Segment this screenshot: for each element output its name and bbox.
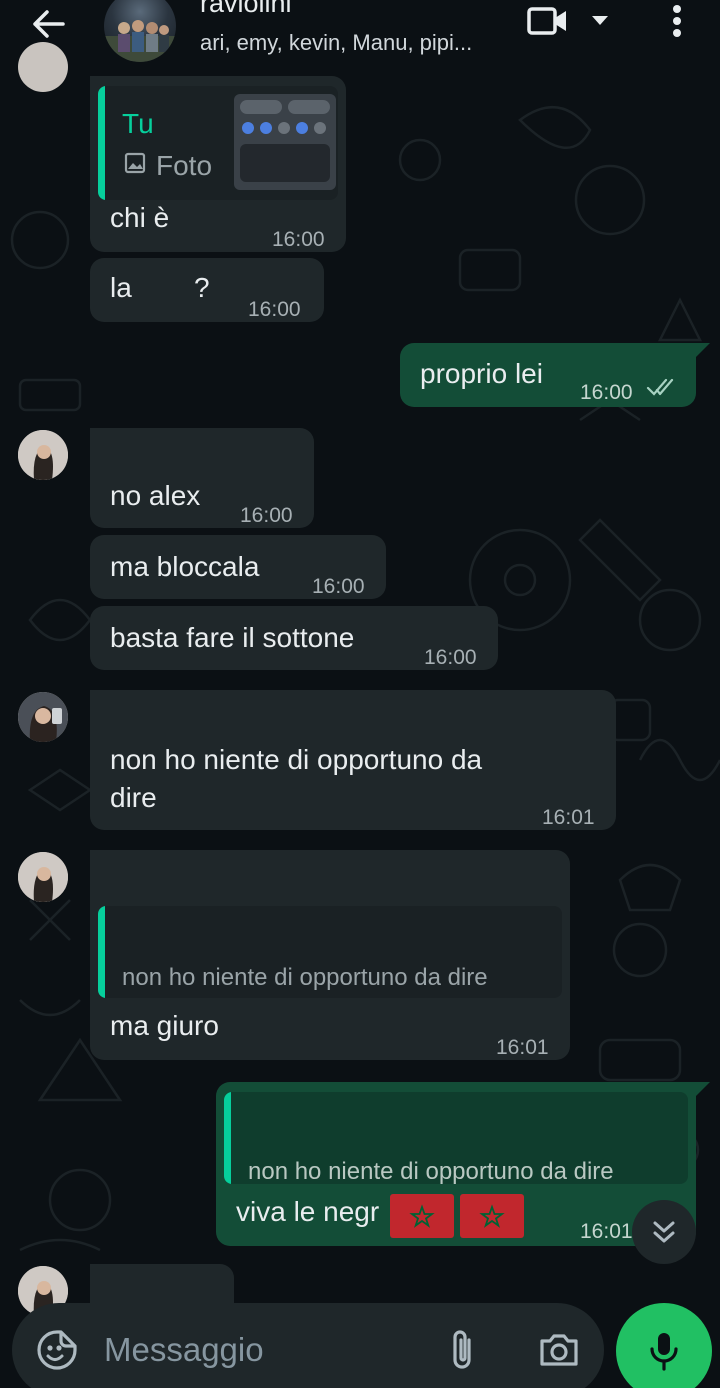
read-receipt-icon [646,378,674,396]
message-text: ma giuro [110,1010,219,1041]
back-button[interactable] [22,2,74,46]
quoted-message[interactable]: non ho niente di opportuno da dire [224,1092,688,1184]
message-text: ma bloccala [110,551,260,582]
message-bubble[interactable]: non ho niente di opportuno da dire 16:01 [90,690,616,830]
group-avatar[interactable] [104,0,176,62]
message-bubble[interactable] [90,1264,234,1304]
menu-button[interactable] [660,0,694,42]
bubble-tail [696,1082,710,1096]
emoji-button[interactable] [32,1325,82,1375]
message-time: 16:00 [580,381,633,404]
message-time: 16:01 [580,1220,633,1243]
message-text: dire [110,782,157,813]
message-text: proprio lei [420,358,543,389]
message-time: 16:00 [272,228,325,251]
group-title[interactable]: raviolini [200,0,292,19]
quote-author: Tu [122,108,154,139]
quoted-message[interactable]: Tu Foto [98,86,338,200]
quote-text: non ho niente di opportuno da dire [122,964,488,991]
quote-label: Foto [156,150,213,181]
attach-button[interactable] [440,1325,484,1375]
message-time: 16:00 [424,646,477,669]
camera-icon [540,1334,578,1366]
message-text: chi è [110,202,170,233]
video-call-button[interactable] [526,0,616,42]
message-bubble[interactable]: Tu Foto chi è 16:00 [90,76,346,252]
sender-avatar[interactable] [18,852,68,902]
message-input[interactable]: Messaggio [104,1331,264,1369]
message-bubble[interactable]: ma bloccala 16:00 [90,535,386,599]
double-chevron-down-icon [653,1221,675,1243]
quote-thumbnail [234,94,336,190]
bubble-tail [696,343,710,357]
message-text: no alex [110,480,201,511]
message-time: 16:01 [496,1036,549,1059]
message-time: 16:00 [240,504,293,527]
sticker-icon [37,1330,77,1370]
group-members[interactable]: ari, emy, kevin, Manu, pipi... [200,30,510,56]
message-text: la ? [110,272,210,303]
video-camera-icon [527,7,566,35]
camera-button[interactable] [534,1325,584,1375]
arrow-left-icon [33,10,65,38]
message-bubble[interactable]: non ho niente di opportuno da dire ma gi… [90,850,570,1060]
message-text: non ho niente di opportuno da [110,744,483,775]
morocco-flag-emoji [460,1194,524,1238]
message-bubble[interactable]: proprio lei 16:00 [400,343,696,407]
message-text: basta fare il sottone [110,622,355,653]
scroll-to-bottom-button[interactable] [632,1200,696,1264]
paperclip-icon [453,1330,471,1369]
chevron-down-icon [592,16,608,25]
message-bubble[interactable]: non ho niente di opportuno da dire viva … [216,1082,696,1246]
message-time: 16:01 [542,806,595,829]
message-time: 16:00 [248,298,301,321]
message-composer: Messaggio [12,1303,604,1388]
chat-header: raviolini ari, emy, kevin, Manu, pipi... [0,0,720,76]
message-bubble[interactable]: la ? 16:00 [90,258,324,322]
more-vertical-icon [673,5,681,37]
sender-avatar[interactable] [18,42,68,92]
image-icon [124,152,146,174]
message-text: viva le negr [236,1196,380,1227]
voice-message-button[interactable] [616,1303,712,1388]
morocco-flag-emoji [390,1194,454,1238]
message-time: 16:00 [312,575,365,598]
quote-text: non ho niente di opportuno da dire [248,1158,614,1184]
microphone-icon [650,1333,678,1371]
quoted-message[interactable]: non ho niente di opportuno da dire [98,906,562,998]
message-bubble[interactable]: basta fare il sottone 16:00 [90,606,498,670]
sender-avatar[interactable] [18,430,68,480]
sender-avatar[interactable] [18,692,68,742]
message-bubble[interactable]: no alex 16:00 [90,428,314,528]
